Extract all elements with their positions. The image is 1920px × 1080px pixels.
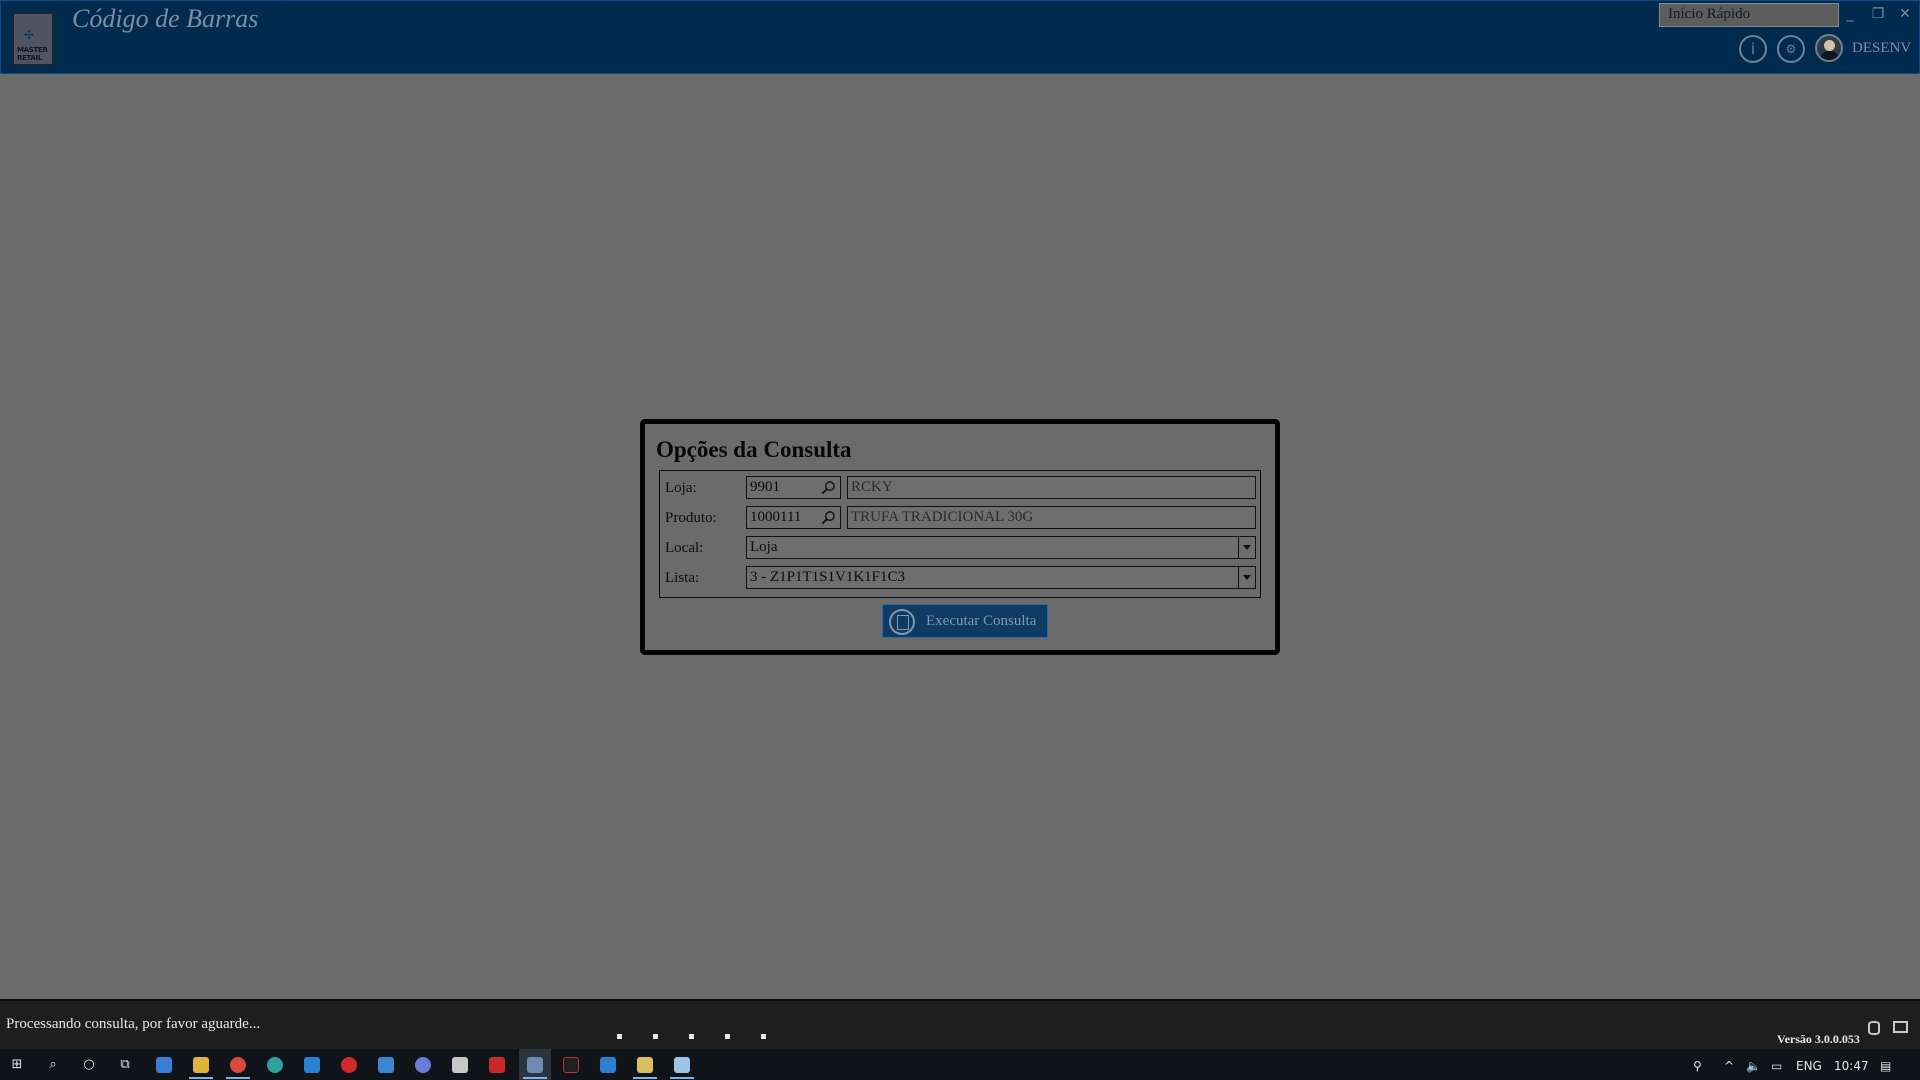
loja-search-icon[interactable] <box>821 480 836 495</box>
master-retail-taskbar-icon[interactable] <box>527 1057 543 1073</box>
taskbar-running-indicator <box>633 1077 657 1079</box>
opera-icon[interactable] <box>341 1057 357 1073</box>
task-view-icon[interactable]: ⧉ <box>117 1057 133 1073</box>
database-icon[interactable] <box>1868 1021 1880 1035</box>
cortana-icon[interactable]: ○ <box>81 1057 97 1073</box>
version-label: Versão 3.0.0.053 <box>1777 1032 1860 1046</box>
progress-dot <box>761 1034 766 1039</box>
taskbar-running-indicator <box>523 1077 547 1079</box>
battery-icon[interactable]: ▭ <box>1771 1059 1782 1073</box>
taskbar-running-indicator <box>226 1077 250 1079</box>
local-select[interactable]: Loja <box>746 536 1256 559</box>
chevron-down-icon[interactable] <box>1238 567 1255 588</box>
os-taskbar <box>0 1049 1920 1080</box>
language-indicator[interactable]: ENG <box>1796 1059 1822 1073</box>
store-icon[interactable] <box>156 1057 172 1073</box>
dialog-title: Opções da Consulta <box>656 437 852 462</box>
lista-label: Lista: <box>665 570 700 586</box>
search-icon[interactable]: ⌕ <box>45 1057 61 1073</box>
run-query-label: Executar Consulta <box>926 613 1037 629</box>
taskbar-running-indicator <box>670 1077 694 1079</box>
progress-dot <box>725 1034 730 1039</box>
user-name[interactable]: DESENV <box>1852 40 1911 57</box>
loja-description-field: RCKY <box>847 476 1256 499</box>
progress-dot <box>653 1034 658 1039</box>
vscode-icon[interactable] <box>600 1057 616 1073</box>
people-icon[interactable]: ⚲ <box>1693 1059 1702 1073</box>
chrome-icon[interactable] <box>230 1057 246 1073</box>
clock[interactable]: 10:47 <box>1834 1059 1869 1073</box>
terminal-icon[interactable] <box>563 1057 579 1073</box>
progress-dot <box>689 1034 694 1039</box>
title-bar: ✣ MASTER RETAIL Código de Barras Início … <box>0 0 1920 74</box>
fields-group: Loja: 9901 RCKY Produto: 1000111 TRUFA T… <box>659 470 1261 598</box>
status-message: Processando consulta, por favor aguarde.… <box>6 1016 261 1032</box>
minimize-button[interactable]: _ <box>1839 3 1861 25</box>
run-query-button[interactable]: Executar Consulta <box>882 604 1048 638</box>
produto-code-value: 1000111 <box>750 509 802 525</box>
window-title: Código de Barras <box>72 4 259 33</box>
notepad-icon[interactable] <box>637 1057 653 1073</box>
chevron-up-icon[interactable]: ^ <box>1724 1059 1734 1073</box>
produto-code-input[interactable]: 1000111 <box>746 506 841 529</box>
app-logo: ✣ MASTER RETAIL <box>12 12 54 66</box>
taskbar-running-indicator <box>189 1077 213 1079</box>
query-options-dialog: Opções da Consulta Loja: 9901 RCKY Produ… <box>640 419 1280 655</box>
lista-select[interactable]: 3 - Z1P1T1S1V1K1F1C3 <box>746 566 1256 589</box>
user-avatar[interactable] <box>1815 34 1843 62</box>
progress-dot <box>617 1034 622 1039</box>
local-selected-value: Loja <box>750 539 778 555</box>
close-button[interactable]: ✕ <box>1894 3 1916 25</box>
windows-start-icon[interactable]: ⊞ <box>9 1057 25 1073</box>
report-icon <box>889 609 915 635</box>
document-app-icon[interactable] <box>674 1057 690 1073</box>
lista-selected-value: 3 - Z1P1T1S1V1K1F1C3 <box>750 569 906 585</box>
edge-icon[interactable] <box>267 1057 283 1073</box>
pin-app-icon[interactable] <box>452 1057 468 1073</box>
mail-icon[interactable] <box>378 1057 394 1073</box>
quick-start-field[interactable]: Início Rápido <box>1659 3 1839 27</box>
settings-icon[interactable]: ⚙ <box>1777 35 1805 63</box>
file-explorer-icon[interactable] <box>193 1057 209 1073</box>
chevron-down-icon[interactable] <box>1238 537 1255 558</box>
discord-icon[interactable] <box>415 1057 431 1073</box>
loja-code-value: 9901 <box>750 479 780 495</box>
produto-description-field: TRUFA TRADICIONAL 30G <box>847 506 1256 529</box>
info-icon[interactable]: i <box>1739 35 1767 63</box>
loja-label: Loja: <box>665 480 697 496</box>
logo-text: MASTER RETAIL <box>17 46 48 62</box>
local-label: Local: <box>665 540 704 556</box>
network-icon[interactable] <box>1893 1021 1908 1033</box>
logo-mark: ✣ <box>24 28 35 42</box>
vscode-icon[interactable] <box>304 1057 320 1073</box>
produto-search-icon[interactable] <box>821 510 836 525</box>
restore-button[interactable]: ❐ <box>1867 3 1889 25</box>
volume-icon[interactable]: 🔈 <box>1746 1059 1761 1073</box>
pdf-app-icon[interactable] <box>489 1057 505 1073</box>
loja-code-input[interactable]: 9901 <box>746 476 841 499</box>
notification-icon[interactable]: ▤ <box>1880 1059 1891 1073</box>
produto-label: Produto: <box>665 510 717 526</box>
status-bar: Processando consulta, por favor aguarde.… <box>0 999 1920 1049</box>
